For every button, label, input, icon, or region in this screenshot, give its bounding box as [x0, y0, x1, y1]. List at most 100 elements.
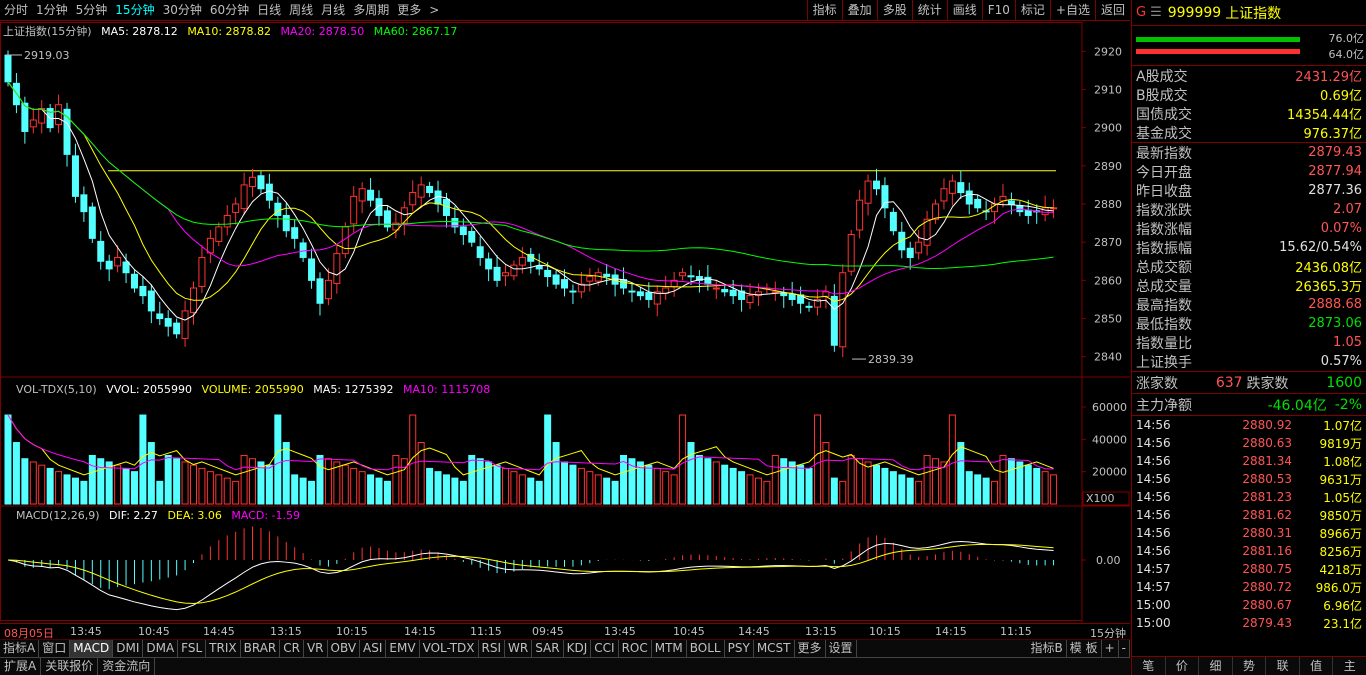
indicator-tab-11[interactable]: ASI — [360, 640, 387, 657]
stat-label: A股成交 — [1136, 68, 1188, 85]
candle-body-74 — [628, 290, 636, 293]
panel-foot-tab-1[interactable]: 价 — [1166, 657, 1200, 675]
panel-foot-tab-4[interactable]: 联 — [1266, 657, 1300, 675]
toolbar-action-7[interactable]: +自选 — [1049, 0, 1095, 21]
indicator-tab-19[interactable]: ROC — [619, 640, 652, 657]
panel-foot-tab-6[interactable]: 主 — [1333, 657, 1366, 675]
menu-icon[interactable]: ☰ — [1150, 5, 1162, 20]
panel-foot-tab-2[interactable]: 细 — [1199, 657, 1233, 675]
vol-bar-89 — [754, 477, 762, 505]
period-tab-9[interactable]: 多周期 — [349, 0, 393, 21]
ext-tab-1[interactable]: 关联报价 — [41, 658, 99, 675]
candle-body-34 — [291, 227, 299, 239]
vol-bar-40 — [341, 464, 349, 505]
vol-bar-109 — [923, 454, 931, 505]
period-tab-5[interactable]: 60分钟 — [206, 0, 253, 21]
indicator-tab-24[interactable]: 更多 — [795, 640, 826, 657]
toolbar-action-6[interactable]: 标记 — [1014, 0, 1050, 21]
candle-body-86 — [729, 289, 737, 297]
indicator-right-1[interactable]: 模 板 — [1067, 640, 1102, 657]
indicator-right-3[interactable]: - — [1119, 640, 1130, 657]
group-badge[interactable]: G — [1136, 5, 1146, 20]
indicator-tab-23[interactable]: MCST — [754, 640, 795, 657]
indicator-tab-20[interactable]: MTM — [652, 640, 687, 657]
indicator-tab-2[interactable]: MACD — [70, 640, 114, 657]
indicator-tab-6[interactable]: TRIX — [206, 640, 241, 657]
period-tab-3[interactable]: 15分钟 — [111, 0, 158, 21]
indicator-tab-3[interactable]: DMI — [113, 640, 144, 657]
indicator-tab-22[interactable]: PSY — [725, 640, 754, 657]
tick-list[interactable]: 14:56 2880.92 1.07亿 14:56 2880.63 9819万 14:56 2… — [1132, 416, 1366, 632]
panel-foot-tab-3[interactable]: 势 — [1233, 657, 1267, 675]
ext-tab-2[interactable]: 资金流向 — [98, 658, 156, 675]
stat-value: 2879.43 — [1308, 145, 1362, 160]
toolbar-action-5[interactable]: F10 — [981, 0, 1015, 21]
candle-body-13 — [114, 256, 122, 267]
indicator-right-0[interactable]: 指标B — [1028, 640, 1067, 657]
toolbar-action-3[interactable]: 统计 — [911, 0, 947, 21]
candle-body-55 — [468, 230, 476, 243]
period-tab-1[interactable]: 1分钟 — [32, 0, 72, 21]
indicator-tab-18[interactable]: CCI — [591, 640, 619, 657]
candle-body-65 — [552, 274, 560, 285]
period-tab-8[interactable]: 月线 — [317, 0, 349, 21]
macd-dif: DIF: 2.27 — [109, 509, 158, 522]
toolbar-action-2[interactable]: 多股 — [876, 0, 912, 21]
chart-area[interactable]: 2920 2910 2900 2890 2880 2870 2860 2850 2840 2919… — [0, 22, 1130, 622]
period-tab-7[interactable]: 周线 — [285, 0, 317, 21]
high-label: 2919.03 — [24, 49, 70, 62]
vol-bar-58 — [493, 464, 501, 505]
toolbar-action-4[interactable]: 画线 — [946, 0, 982, 21]
tick-amount: 8256万 — [1319, 544, 1362, 559]
indicator-right-2[interactable]: + — [1102, 640, 1119, 657]
panel-foot-tab-5[interactable]: 值 — [1300, 657, 1334, 675]
period-tab-4[interactable]: 30分钟 — [159, 0, 206, 21]
indicator-tab-13[interactable]: VOL-TDX — [420, 640, 479, 657]
indicator-tab-10[interactable]: OBV — [328, 640, 361, 657]
candle-body-58 — [493, 266, 501, 281]
ma5-value: MA5: 2878.12 — [101, 25, 178, 38]
period-tab-0[interactable]: 分时 — [0, 0, 32, 21]
indicator-tab-1[interactable]: 窗口 — [39, 640, 71, 657]
quote-panel: G ☰ 999999 上证指数 76.0亿 64.0亿 A股成交 2431.29亿… — [1131, 0, 1366, 675]
panel-foot-tab-0[interactable]: 笔 — [1132, 657, 1166, 675]
vol-bar-104 — [881, 467, 889, 505]
indicator-tab-5[interactable]: FSL — [178, 640, 207, 657]
vol-bar-103 — [872, 464, 880, 505]
toolbar-action-0[interactable]: 指标 — [806, 0, 842, 21]
indicator-tab-4[interactable]: DMA — [143, 640, 179, 657]
indicator-tab-16[interactable]: SAR — [532, 640, 564, 657]
kline-chart[interactable]: 2920 2910 2900 2890 2880 2870 2860 2850 2840 2919… — [0, 22, 1130, 622]
candle-body-102 — [864, 180, 872, 204]
vol-bar-15 — [130, 471, 138, 505]
period-tab-2[interactable]: 5分钟 — [72, 0, 112, 21]
indicator-tab-17[interactable]: KDJ — [564, 640, 592, 657]
candle-body-80 — [679, 272, 687, 277]
more-arrow-icon[interactable]: > — [425, 0, 443, 21]
tick-time: 14:56 — [1136, 454, 1171, 468]
indicator-tab-9[interactable]: VR — [304, 640, 328, 657]
indicator-tab-7[interactable]: BRAR — [241, 640, 281, 657]
candle-body-81 — [687, 275, 695, 278]
toolbar-action-1[interactable]: 叠加 — [841, 0, 877, 21]
candle-body-71 — [603, 273, 611, 278]
candle-body-38 — [324, 279, 332, 300]
vol-bar-19 — [164, 454, 172, 505]
period-tab-10[interactable]: 更多 — [393, 0, 425, 21]
indicator-tab-21[interactable]: BOLL — [687, 640, 725, 657]
toolbar-action-8[interactable]: 返回 — [1094, 0, 1130, 21]
indicator-tab-0[interactable]: 指标A — [0, 640, 40, 657]
volume-legend: VOL-TDX(5,10) VVOL: 2055990 VOLUME: 2055… — [16, 383, 496, 396]
vol-bar-41 — [350, 467, 358, 505]
period-tab-6[interactable]: 日线 — [253, 0, 285, 21]
indicator-tab-15[interactable]: WR — [505, 640, 533, 657]
indicator-tab-14[interactable]: RSI — [479, 640, 506, 657]
ext-tab-0[interactable]: 扩展A — [0, 658, 42, 675]
indicator-tab-25[interactable]: 设置 — [826, 640, 857, 657]
stat-label: 基金成交 — [1136, 125, 1192, 142]
chart-frame — [0, 22, 1083, 621]
indicator-tab-12[interactable]: EMV — [386, 640, 420, 657]
candle-body-67 — [569, 290, 577, 293]
candle-body-93 — [788, 293, 796, 300]
indicator-tab-8[interactable]: CR — [280, 640, 304, 657]
